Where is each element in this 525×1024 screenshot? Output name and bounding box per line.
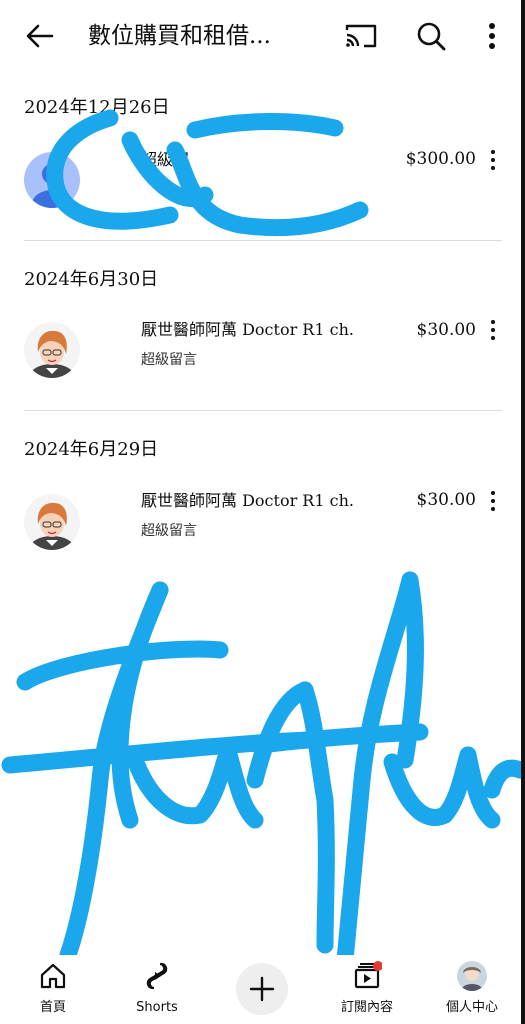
entry-more-icon[interactable] [484,489,502,513]
back-arrow-icon[interactable] [22,18,58,54]
nav-profile[interactable]: 個人中心 [427,955,517,1024]
default-avatar-icon[interactable] [24,152,80,208]
nav-subscriptions[interactable]: 訂閱內容 [322,955,412,1024]
entry-date: 2024年12月26日 [24,97,170,118]
entry-price: $30.00 [416,320,476,340]
entry-date: 2024年6月29日 [24,439,159,460]
nav-home-label: 首頁 [39,1000,66,1015]
channel-avatar[interactable] [24,322,80,378]
entry-more-icon[interactable] [484,318,502,342]
nav-home[interactable]: 首頁 [8,955,98,1024]
more-vertical-icon[interactable] [480,18,504,54]
entry-price: $30.00 [416,490,476,510]
entry-name: 超級留 [141,150,190,169]
nav-shorts[interactable]: Shorts [112,955,202,1024]
profile-avatar [457,961,487,991]
screen-edge [521,0,525,1024]
top-app-bar: 數位購買和租借... [0,0,525,72]
nav-subscriptions-label: 訂閱內容 [340,1000,393,1015]
channel-avatar[interactable] [24,494,80,550]
shorts-icon [146,962,168,990]
subscriptions-icon [354,961,382,989]
create-button[interactable] [236,963,288,1015]
divider [24,410,502,411]
bottom-navigation: 首頁 Shorts 訂閱內容 個人中心 [0,955,525,1024]
cast-icon[interactable] [342,18,380,54]
page-title: 數位購買和租借... [88,23,271,49]
entry-name: 厭世醫師阿萬 Doctor R1 ch. [141,320,354,339]
entry-type: 超級留言 [141,523,197,539]
entry-price: $300.00 [405,149,476,169]
home-icon [40,963,66,989]
entry-type: 超級留言 [141,352,197,368]
search-icon[interactable] [413,18,449,54]
divider [24,240,502,241]
nav-profile-label: 個人中心 [445,1000,498,1015]
entry-name: 厭世醫師阿萬 Doctor R1 ch. [141,491,354,510]
plus-icon [249,976,275,1002]
entry-date: 2024年6月30日 [24,269,159,290]
nav-shorts-label: Shorts [136,1000,178,1015]
entry-more-icon[interactable] [484,148,502,172]
